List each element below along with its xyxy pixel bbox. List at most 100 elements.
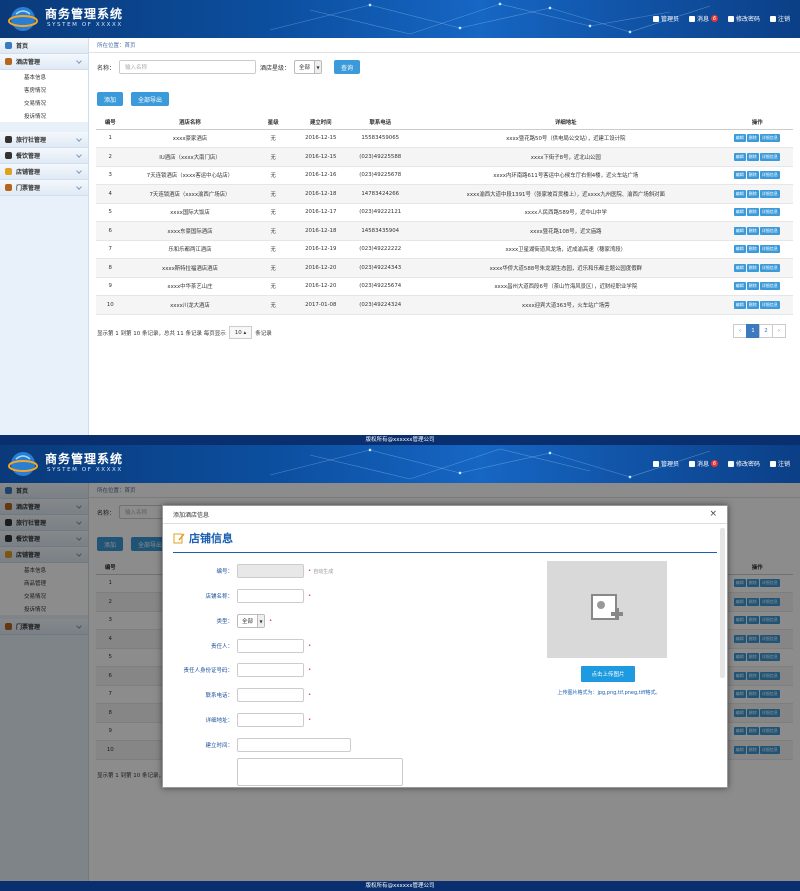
logout-link[interactable]: 注销	[769, 14, 790, 23]
remarks-textarea[interactable]	[237, 758, 403, 786]
sidebar-item-food[interactable]: 餐饮管理	[0, 148, 88, 164]
edit-button[interactable]: 编辑	[733, 282, 746, 291]
field-hint: 自动生成	[313, 568, 334, 575]
name-search-input[interactable]: 输入名称	[119, 60, 257, 74]
page-1-button[interactable]: 1	[746, 324, 760, 338]
message-count-badge: 6	[710, 460, 718, 467]
owner-id-number-field[interactable]	[237, 663, 304, 677]
change-password-link[interactable]: 修改密码	[727, 459, 760, 468]
delete-button[interactable]: 删除	[746, 300, 759, 309]
details-button[interactable]: 详细信息	[759, 152, 780, 161]
dialog-scrollbar[interactable]	[720, 528, 725, 678]
food-icon	[5, 152, 12, 159]
shop-icon	[5, 168, 12, 175]
delete-button[interactable]: 删除	[746, 171, 759, 180]
app-subtitle: SYSTEM OF XXXXX	[47, 22, 123, 28]
address-field[interactable]	[237, 713, 304, 727]
details-button[interactable]: 详细信息	[759, 134, 780, 143]
delete-button[interactable]: 删除	[746, 152, 759, 161]
details-button[interactable]: 详细信息	[759, 245, 780, 254]
details-button[interactable]: 详细信息	[759, 226, 780, 235]
table-cell: xxxx下街子8号，近北山公园	[409, 147, 722, 167]
edit-button[interactable]: 编辑	[733, 263, 746, 272]
details-button[interactable]: 详细信息	[759, 300, 780, 309]
field-label: 店铺名称：	[205, 594, 233, 600]
page-2-button[interactable]: 2	[759, 324, 773, 338]
required-marker: •	[308, 643, 312, 649]
table-cell: (023)49222121	[350, 203, 410, 222]
chevron-down-icon	[76, 184, 82, 190]
edit-button[interactable]: 编辑	[733, 208, 746, 217]
image-placeholder[interactable]	[547, 561, 667, 658]
prev-page-button[interactable]: ‹	[733, 324, 747, 338]
message-count-badge: 6	[710, 15, 718, 22]
logout-link[interactable]: 注销	[769, 459, 790, 468]
add-button[interactable]: 添加	[97, 92, 124, 106]
founded-date-field[interactable]	[237, 738, 351, 752]
owner-field[interactable]	[237, 639, 304, 653]
export-all-button[interactable]: 全部导出	[131, 92, 170, 106]
user-link[interactable]: 管理员	[652, 14, 679, 23]
edit-button[interactable]: 编辑	[733, 189, 746, 198]
sidebar-item-ticket[interactable]: 门票管理	[0, 180, 88, 196]
table-cell: 8	[96, 258, 125, 278]
edit-button[interactable]: 编辑	[733, 226, 746, 235]
table-cell: xxxx华侨大道588号朱龙湖生态园，近乐和乐都主题公园度假群	[409, 258, 722, 278]
details-button[interactable]: 详细信息	[759, 263, 780, 272]
sidebar-subitem-complaints[interactable]: 投诉情况	[0, 109, 88, 122]
edit-button[interactable]: 编辑	[733, 245, 746, 254]
upload-hint: 上传图片格式为：jpg,png,tif,pneg,tiff格式。	[557, 690, 661, 696]
sidebar-item-shop[interactable]: 店铺管理	[0, 164, 88, 180]
column-header: 操作	[721, 115, 793, 130]
edit-button[interactable]: 编辑	[733, 134, 746, 143]
table-cell: 2017-01-08	[291, 295, 351, 315]
delete-button[interactable]: 删除	[746, 245, 759, 254]
next-page-button[interactable]: ›	[772, 324, 786, 338]
page-size-select[interactable]: 10 ▴	[228, 326, 253, 339]
upload-image-button[interactable]: 点击上传图片	[581, 666, 635, 682]
sidebar-subitem-rooms[interactable]: 客房情况	[0, 83, 88, 96]
table-cell: 无	[255, 166, 292, 185]
delete-button[interactable]: 删除	[746, 208, 759, 217]
details-button[interactable]: 详细信息	[759, 171, 780, 180]
delete-button[interactable]: 删除	[746, 134, 759, 143]
query-button[interactable]: 查询	[334, 60, 361, 74]
field-label: 建立时间：	[205, 743, 233, 749]
details-button[interactable]: 详细信息	[759, 282, 780, 291]
messages-link[interactable]: 消息 6	[688, 459, 718, 468]
envelope-icon	[688, 15, 695, 22]
star-label: 酒店星级：	[260, 64, 291, 72]
form-row: 责任人： •	[173, 639, 311, 653]
phone-field[interactable]	[237, 688, 304, 702]
sidebar-item-travel[interactable]: 旅行社管理	[0, 132, 88, 148]
table-cell: 无	[255, 203, 292, 222]
id-field[interactable]	[237, 564, 304, 578]
edit-button[interactable]: 编辑	[733, 152, 746, 161]
star-select[interactable]: 全部 ▼	[294, 60, 323, 74]
delete-button[interactable]: 删除	[746, 226, 759, 235]
sidebar-item-home[interactable]: 首页	[0, 38, 88, 54]
sidebar-item-hotel[interactable]: 酒店管理	[0, 54, 88, 70]
table-cell: IU酒店（xxxx大南门店）	[124, 147, 256, 167]
table-cell: (023)49224343	[350, 258, 410, 278]
hotel-table-body: 1 xxxx豪家酒店无 2016-12-15 15583459065 xxxx暨花路50…	[96, 129, 793, 315]
required-marker: •	[308, 568, 312, 574]
details-button[interactable]: 详细信息	[759, 189, 780, 198]
column-header: 酒店名称	[124, 115, 256, 130]
sidebar-subitem-transactions[interactable]: 交易情况	[0, 96, 88, 109]
edit-button[interactable]: 编辑	[733, 171, 746, 180]
edit-button[interactable]: 编辑	[733, 300, 746, 309]
change-password-link[interactable]: 修改密码	[727, 14, 760, 23]
delete-button[interactable]: 删除	[746, 263, 759, 272]
type-select[interactable]: 全部 ▼	[237, 614, 266, 628]
delete-button[interactable]: 删除	[746, 189, 759, 198]
shop-name-field[interactable]	[237, 589, 304, 603]
user-link[interactable]: 管理员	[652, 459, 679, 468]
delete-button[interactable]: 删除	[746, 282, 759, 291]
table-cell: 7天连锁酒店（xxxx渝西广场店）	[124, 184, 256, 204]
sidebar-subitem-basic-info[interactable]: 基本信息	[0, 70, 88, 83]
details-button[interactable]: 详细信息	[759, 208, 780, 217]
table-cell: 2016-12-20	[291, 258, 351, 278]
close-icon[interactable]: ×	[709, 509, 717, 519]
messages-link[interactable]: 消息 6	[688, 14, 718, 23]
